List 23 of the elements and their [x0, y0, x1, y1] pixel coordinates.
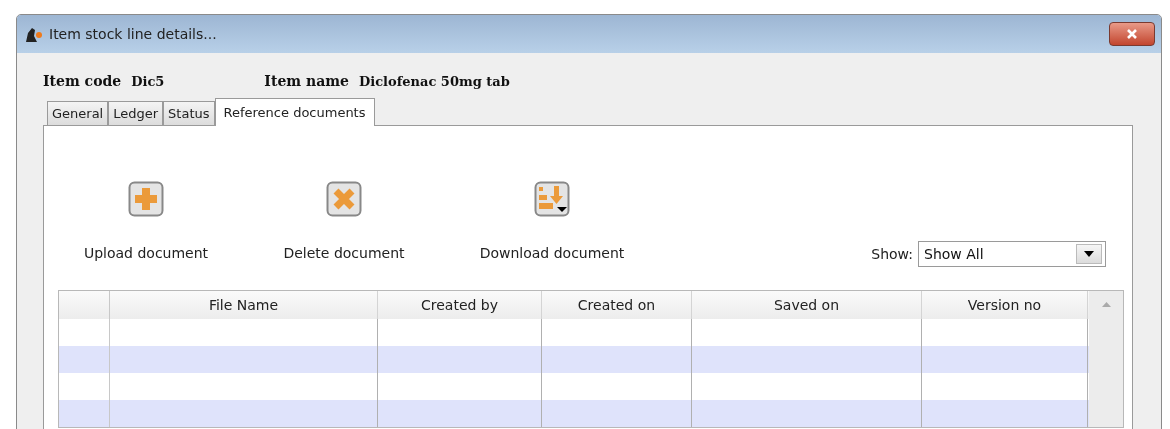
tab[interactable]: Reference documents	[214, 98, 375, 126]
plus-icon	[128, 181, 164, 217]
toolbar-button[interactable]: Upload document	[58, 181, 234, 261]
vertical-scrollbar[interactable]	[1089, 291, 1123, 427]
tab[interactable]: General	[47, 101, 109, 125]
toolbar-button[interactable]: Delete document	[258, 181, 430, 261]
close-button[interactable]	[1109, 22, 1155, 46]
cross-icon	[326, 181, 362, 217]
close-icon	[1125, 29, 1139, 39]
tab[interactable]: Ledger	[108, 101, 164, 125]
window-title: Item stock line details...	[49, 26, 218, 42]
scroll-up-icon[interactable]	[1101, 302, 1111, 307]
toolbar-button[interactable]: Download document	[454, 181, 650, 261]
item-name-label: Item name	[264, 73, 349, 89]
dropdown-caret-icon	[1084, 251, 1094, 257]
show-dropdown[interactable]: Show All	[918, 241, 1106, 267]
item-name-value: Diclofenac 50mg tab	[358, 74, 510, 89]
tab[interactable]: Status	[163, 101, 215, 125]
item-code-label: Item code	[43, 73, 122, 89]
item-code-value: Dic5	[131, 74, 165, 89]
table-row[interactable]	[59, 400, 1089, 427]
table-row[interactable]	[59, 346, 1089, 373]
show-label: Show:	[871, 246, 913, 262]
